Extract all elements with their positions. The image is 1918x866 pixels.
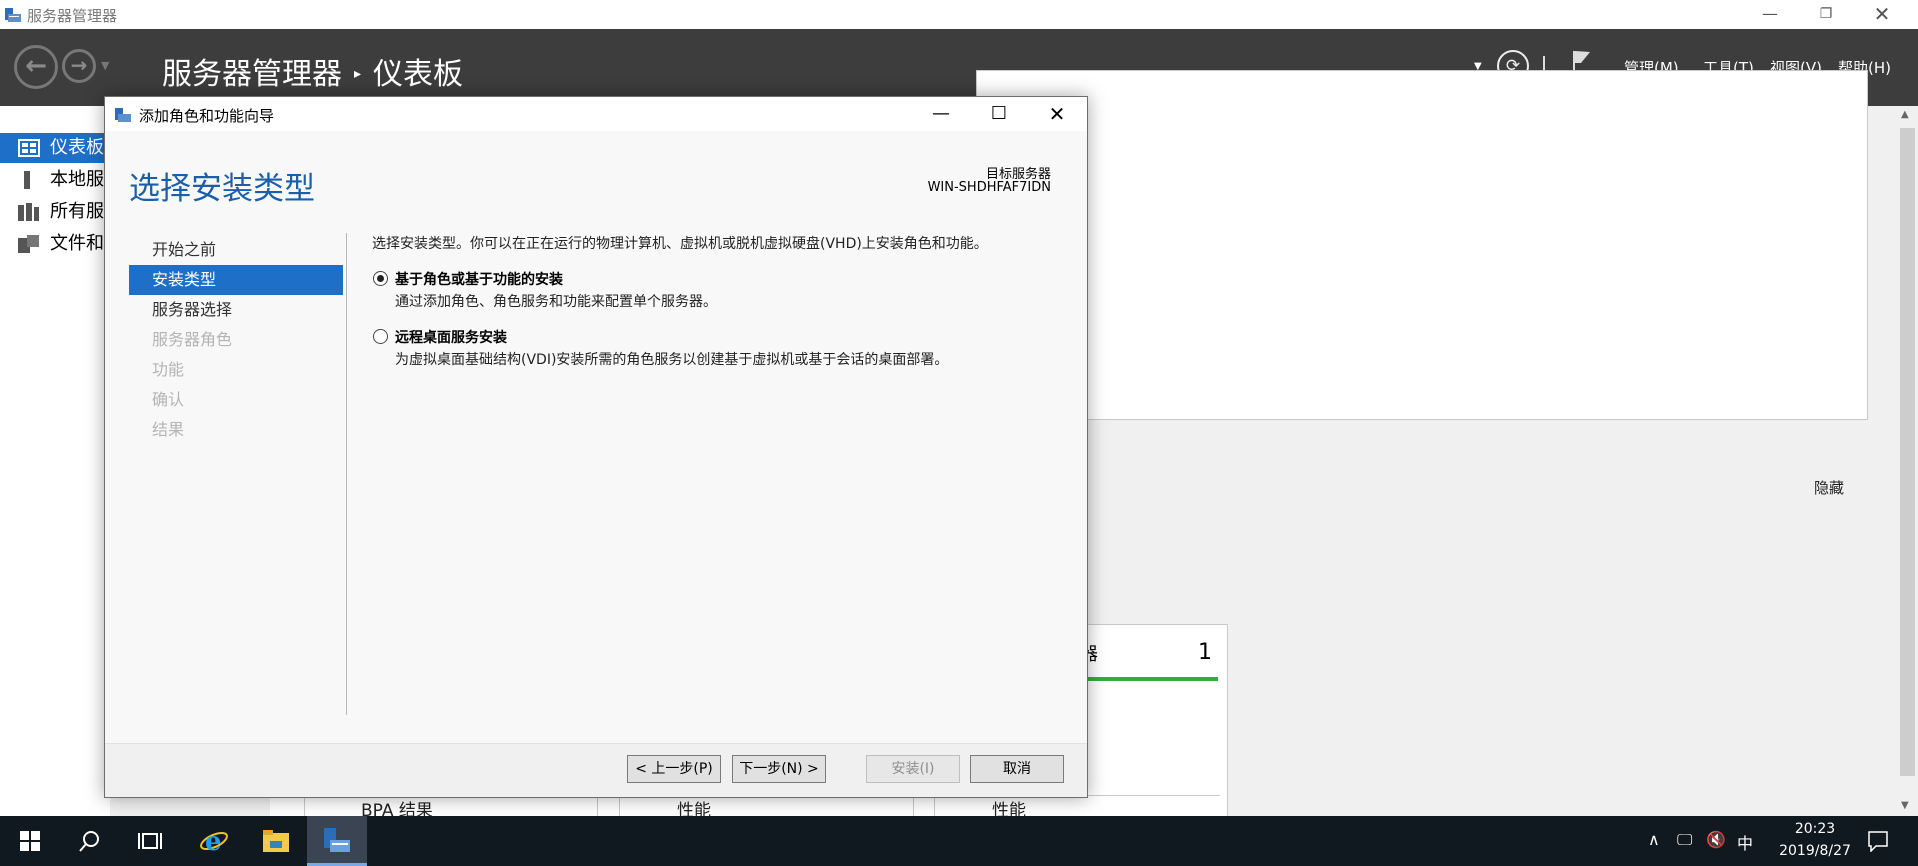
server-manager-app-icon [5, 8, 21, 22]
step-server-roles: 服务器角色 [152, 330, 233, 349]
close-icon: ✕ [1873, 2, 1891, 26]
internet-explorer-icon: e [200, 827, 228, 857]
restore-icon: ❐ [1819, 6, 1833, 22]
maximize-icon: ☐ [990, 103, 1008, 124]
sidebar-item-all-servers[interactable]: 所有服务器 [0, 197, 110, 227]
radio-selected-dot [377, 275, 384, 282]
back-button[interactable]: ← [14, 45, 58, 89]
file-explorer-button[interactable] [251, 816, 301, 866]
window-title: 服务器管理器 [27, 7, 118, 25]
wizard-maximize-button[interactable]: ☐ [970, 97, 1028, 131]
volume-muted-icon[interactable]: 🔇 [1706, 830, 1726, 849]
internet-explorer-button[interactable]: e [189, 816, 239, 866]
radio-role-based[interactable] [373, 271, 388, 286]
server-tile-status-bar [1078, 677, 1218, 681]
step-installation-type[interactable]: 安装类型 [129, 265, 343, 295]
arrow-right-icon: → [70, 53, 88, 77]
wizard-title: 添加角色和功能向导 [139, 107, 275, 125]
minimize-icon: — [1762, 4, 1778, 23]
sidebar-item-label: 文件和存储服务 [50, 233, 110, 254]
breadcrumb-current: 仪表板 [373, 57, 464, 92]
clock-date[interactable]: 2019/8/27 [1770, 843, 1860, 859]
option-title[interactable]: 基于角色或基于功能的安装 [395, 269, 563, 289]
local-server-icon [24, 171, 30, 189]
arrow-left-icon: ← [25, 51, 47, 81]
sidebar-item-dashboard[interactable]: 仪表板 [0, 133, 110, 163]
restore-button[interactable]: ❐ [1798, 0, 1854, 29]
destination-server-value: WIN-SHDHFAF7IDN [927, 180, 1051, 195]
history-dropdown-icon[interactable]: ▼ [101, 59, 109, 72]
column-divider [619, 795, 620, 816]
option-description: 通过添加角色、角色服务和功能来配置单个服务器。 [395, 294, 717, 310]
all-servers-icon [18, 203, 39, 221]
wizard-page-heading: 选择安装类型 [129, 171, 315, 207]
wizard-app-icon [115, 108, 131, 122]
minimize-button[interactable]: — [1742, 0, 1798, 29]
sidebar-item-file-storage[interactable]: 文件和存储服务 [0, 229, 110, 259]
window-title-bar: 服务器管理器 — ❐ ✕ [0, 0, 1918, 29]
wizard-divider [346, 233, 347, 715]
cancel-button[interactable]: 取消 [970, 755, 1064, 783]
scrollbar-thumb[interactable] [1900, 128, 1915, 776]
server-tile-count: 1 [1198, 640, 1212, 665]
main-scrollbar[interactable]: ▲ ▼ [1897, 106, 1918, 816]
hide-welcome-link[interactable]: 隐藏 [1814, 477, 1844, 498]
server-manager-taskbar-button[interactable] [307, 816, 367, 866]
installation-type-intro: 选择安装类型。你可以在正在运行的物理计算机、虚拟机或脱机虚拟硬盘(VHD)上安装… [372, 236, 988, 252]
option-description: 为虚拟桌面基础结构(VDI)安装所需的角色服务以创建基于虚拟机或基于会话的桌面部… [395, 352, 949, 368]
network-icon[interactable]: 🖵 [1677, 830, 1692, 850]
file-explorer-icon [263, 830, 289, 852]
step-confirmation: 确认 [152, 390, 185, 409]
minimize-icon: — [932, 103, 950, 124]
sidebar-item-label: 仪表板 [50, 137, 104, 158]
windows-start-icon [20, 831, 40, 851]
search-button[interactable] [65, 816, 115, 866]
step-server-selection[interactable]: 服务器选择 [129, 295, 343, 325]
step-results: 结果 [152, 420, 185, 439]
column-divider [934, 795, 935, 816]
close-button[interactable]: ✕ [1854, 0, 1910, 29]
wizard-close-button[interactable]: ✕ [1028, 97, 1086, 131]
wizard-title-bar: 添加角色和功能向导 — ☐ ✕ [105, 97, 1087, 131]
install-button: 安装(I) [866, 755, 960, 783]
breadcrumb-root[interactable]: 服务器管理器 [162, 57, 342, 92]
forward-button[interactable]: → [62, 49, 96, 83]
add-roles-wizard-dialog: 添加角色和功能向导 — ☐ ✕ 选择安装类型 目标服务器 WIN-SHDHFAF… [104, 96, 1088, 798]
column-divider [597, 795, 598, 816]
taskbar: e ∧ 🖵 🔇 中 20:23 2019/8/27 [0, 816, 1918, 866]
column-divider [913, 795, 914, 816]
column-divider [304, 795, 305, 816]
clock-time[interactable]: 20:23 [1770, 821, 1860, 837]
scroll-down-icon[interactable]: ▼ [1901, 800, 1909, 811]
ime-indicator[interactable]: 中 [1737, 830, 1753, 854]
step-before-you-begin[interactable]: 开始之前 [129, 235, 343, 265]
task-view-icon [138, 833, 162, 849]
close-icon: ✕ [1048, 102, 1066, 126]
welcome-tile [976, 70, 1868, 420]
breadcrumb-separator-icon: ▸ [354, 66, 362, 82]
sidebar-item-label: 本地服务器 [50, 169, 110, 190]
breadcrumb: 服务器管理器 ▸ 仪表板 [162, 49, 463, 93]
search-icon [79, 831, 99, 852]
previous-button[interactable]: < 上一步(P) [627, 755, 721, 783]
svg-text:e: e [205, 827, 222, 856]
wizard-minimize-button[interactable]: — [912, 97, 970, 131]
start-button[interactable] [5, 816, 55, 866]
file-storage-icon [18, 235, 39, 253]
step-features: 功能 [152, 360, 185, 379]
tray-overflow-icon[interactable]: ∧ [1648, 830, 1660, 849]
dashboard-icon [18, 139, 40, 157]
task-view-button[interactable] [125, 816, 175, 866]
action-center-icon[interactable] [1867, 830, 1889, 852]
sidebar-item-label: 所有服务器 [50, 201, 110, 222]
server-manager-taskbar-icon [324, 828, 350, 852]
next-button[interactable]: 下一步(N) > [732, 755, 826, 783]
scroll-up-icon[interactable]: ▲ [1901, 109, 1909, 120]
option-title[interactable]: 远程桌面服务安装 [395, 327, 507, 347]
sidebar-item-local-server[interactable]: 本地服务器 [0, 165, 110, 195]
radio-remote-desktop[interactable] [373, 329, 388, 344]
sidebar: 仪表板 本地服务器 所有服务器 文件和存储服务 [0, 106, 110, 816]
